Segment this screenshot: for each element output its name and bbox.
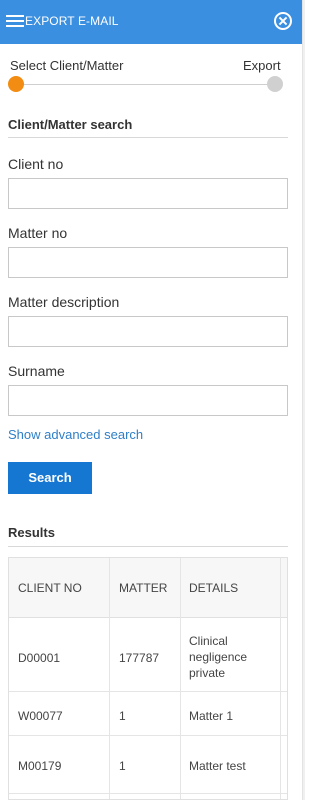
step-select-client-matter-label: Select Client/Matter	[10, 58, 124, 73]
step-export-label: Export	[243, 58, 281, 73]
panel-header: EXPORT E-MAIL	[0, 0, 302, 44]
results-table: CLIENT NO MATTER DETAILS D00001 177787 C…	[8, 557, 288, 800]
search-section-title: Client/Matter search	[8, 117, 133, 132]
step-select-client-matter-dot[interactable]	[8, 76, 24, 92]
column-header-matter[interactable]: MATTER	[119, 581, 167, 595]
table-header: CLIENT NO MATTER DETAILS	[9, 558, 287, 618]
results-title: Results	[8, 525, 55, 540]
cell-details: Matter 1	[189, 709, 234, 723]
cell-client-no: D00001	[18, 651, 61, 665]
client-no-input[interactable]	[8, 178, 288, 209]
column-header-details[interactable]: DETAILS	[189, 581, 238, 595]
menu-icon[interactable]	[6, 15, 24, 28]
section-divider	[8, 137, 288, 138]
surname-input[interactable]	[8, 385, 288, 416]
stepper-track	[16, 84, 276, 85]
cell-details: Clinical negligence private	[189, 634, 248, 680]
results-divider	[8, 546, 288, 547]
close-icon[interactable]	[274, 12, 292, 30]
table-row[interactable]: D00001 177787 Clinical negligence privat…	[9, 618, 287, 692]
window-edge	[303, 0, 305, 800]
cell-client-no: M00179	[18, 759, 62, 773]
show-advanced-search-link[interactable]: Show advanced search	[8, 427, 143, 442]
step-export-dot[interactable]	[267, 76, 283, 92]
search-button[interactable]: Search	[8, 462, 92, 494]
client-no-label: Client no	[8, 156, 64, 172]
matter-no-input[interactable]	[8, 247, 288, 278]
surname-label: Surname	[8, 363, 65, 379]
matter-description-label: Matter description	[8, 294, 120, 310]
cell-matter: 1	[119, 709, 126, 723]
matter-no-label: Matter no	[8, 225, 68, 241]
matter-description-input[interactable]	[8, 316, 288, 347]
column-header-client-no[interactable]: CLIENT NO	[18, 581, 82, 595]
table-row[interactable]: M00179 1 Matter test	[9, 736, 287, 794]
cell-matter: 177787	[119, 651, 160, 665]
cell-details: Matter test	[189, 759, 246, 773]
export-email-panel: EXPORT E-MAIL Select Client/Matter Expor…	[0, 0, 303, 800]
table-row[interactable]: W00077 1 Matter 1	[9, 692, 287, 736]
cell-matter: 1	[119, 759, 126, 773]
panel-title: EXPORT E-MAIL	[25, 14, 119, 28]
cell-client-no: W00077	[18, 709, 63, 723]
